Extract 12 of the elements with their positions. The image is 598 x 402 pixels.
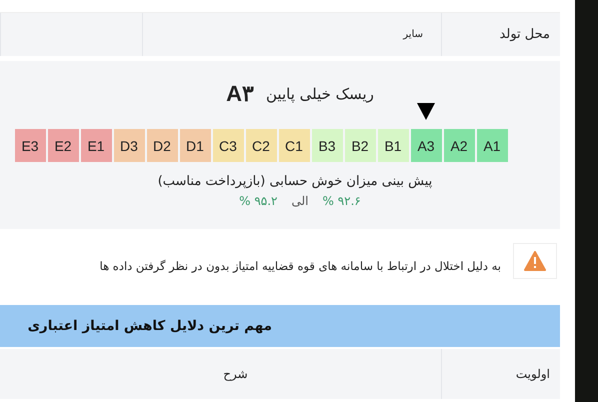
risk-title: ریسک خیلی پایین	[266, 85, 374, 103]
risk-grade: A۳	[226, 81, 254, 107]
range-value: ۹۵.۲ %	[239, 194, 278, 208]
warning-text: به دلیل اختلال در ارتباط با سامانه های قوه قضاییه امتیاز بدون در نظر گرفتن داده ها	[100, 259, 501, 273]
warning-icon	[524, 251, 546, 271]
section-header: مهم ترین دلایل کاهش امتیاز اعتباری	[0, 305, 560, 347]
prediction-caption: پیش بینی میزان خوش حسابی (بازپرداخت مناسب)	[158, 174, 432, 189]
range-word: الی	[292, 194, 308, 208]
grade-cell: E3	[14, 129, 46, 162]
column-header: شرح	[222, 366, 249, 383]
table-cell: سایر	[142, 13, 437, 56]
range-value: ۹۲.۶ %	[322, 194, 361, 208]
